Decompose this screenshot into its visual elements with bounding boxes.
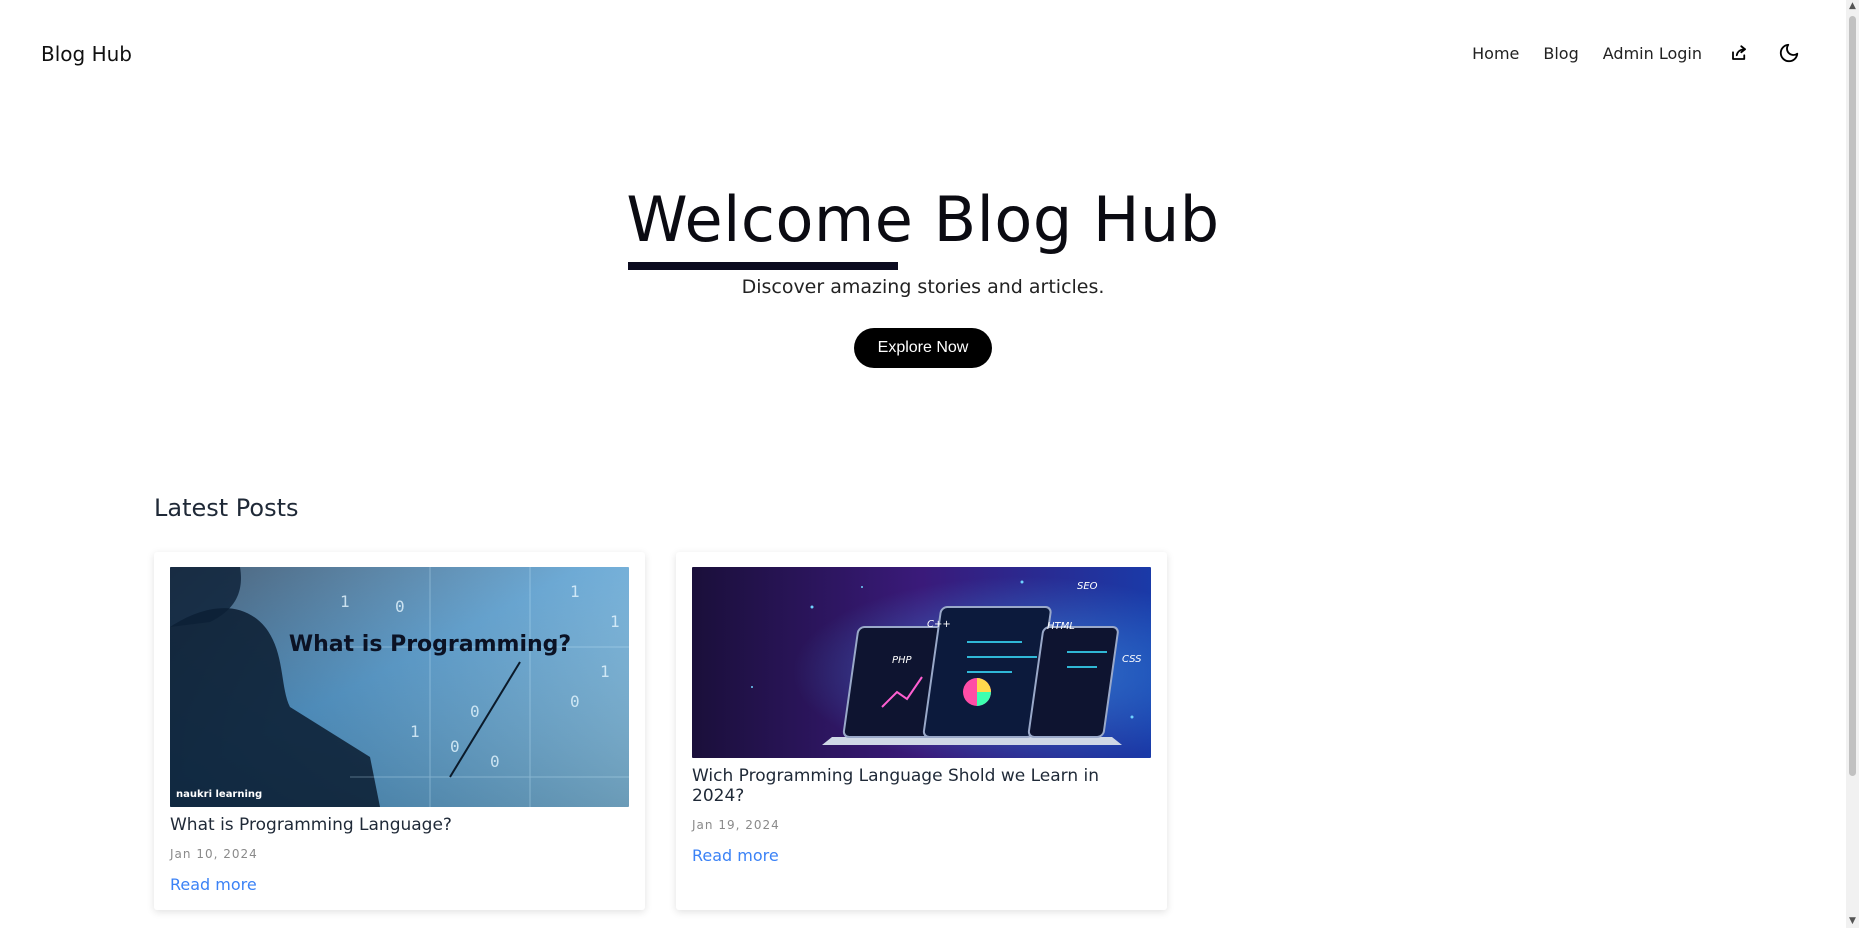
svg-text:0: 0	[395, 597, 405, 616]
posts-grid: 10 11 00 00 11 What is Programming? nauk…	[154, 552, 1167, 910]
nav-blog[interactable]: Blog	[1543, 44, 1578, 63]
site-header: Blog Hub Home Blog Admin Login	[0, 0, 1846, 110]
svg-text:1: 1	[610, 612, 620, 631]
post-thumbnail[interactable]: SEO HTML PHP C++ CSS	[692, 567, 1151, 758]
main-nav: Home Blog Admin Login	[1472, 40, 1802, 66]
read-more-link[interactable]: Read more	[692, 846, 779, 865]
post-card: 10 11 00 00 11 What is Programming? nauk…	[154, 552, 645, 910]
nav-home[interactable]: Home	[1472, 44, 1519, 63]
read-more-link[interactable]: Read more	[170, 875, 257, 894]
thumbnail-label-css: CSS	[1122, 654, 1142, 665]
post-title[interactable]: What is Programming Language?	[170, 815, 629, 835]
hero-section: Welcome Blog Hub Discover amazing storie…	[0, 180, 1846, 368]
hero-title-wrap: Welcome Blog Hub	[626, 180, 1220, 270]
svg-text:0: 0	[450, 737, 460, 756]
scroll-thumb[interactable]	[1849, 16, 1856, 776]
post-title[interactable]: Wich Programming Language Shold we Learn…	[692, 766, 1151, 806]
svg-text:1: 1	[570, 582, 580, 601]
explore-now-button[interactable]: Explore Now	[853, 328, 993, 368]
svg-text:0: 0	[470, 702, 480, 721]
scroll-up-icon[interactable]: ▲	[1848, 2, 1857, 11]
hero-underline	[628, 262, 899, 270]
post-date: Jan 10, 2024	[170, 847, 258, 861]
thumbnail-caption: What is Programming?	[289, 632, 571, 657]
scroll-down-icon[interactable]: ▼	[1848, 917, 1857, 926]
thumbnail-label-php: PHP	[892, 655, 913, 666]
thumbnail-label-html: HTML	[1047, 621, 1075, 632]
brand-logo[interactable]: Blog Hub	[41, 42, 132, 66]
latest-posts-heading: Latest Posts	[154, 494, 299, 522]
hero-subtitle: Discover amazing stories and articles.	[741, 276, 1105, 298]
svg-text:0: 0	[570, 692, 580, 711]
svg-text:1: 1	[340, 592, 350, 611]
post-date: Jan 19, 2024	[692, 818, 780, 832]
post-thumbnail[interactable]: 10 11 00 00 11 What is Programming? nauk…	[170, 567, 629, 807]
moon-icon[interactable]	[1776, 40, 1802, 66]
svg-text:1: 1	[410, 722, 420, 741]
hero-title: Welcome Blog Hub	[626, 183, 1220, 256]
thumbnail-label-seo: SEO	[1077, 581, 1098, 592]
svg-text:1: 1	[600, 662, 610, 681]
nav-admin-login[interactable]: Admin Login	[1603, 44, 1702, 63]
thumbnail-logo-text: naukri learning	[176, 789, 262, 800]
post-card: SEO HTML PHP C++ CSS Wich Programming La…	[676, 552, 1167, 910]
page-scrollbar[interactable]: ▲ ▼	[1846, 0, 1859, 928]
svg-text:0: 0	[490, 752, 500, 771]
thumbnail-label-cpp: C++	[927, 619, 951, 630]
share-icon[interactable]	[1726, 40, 1752, 66]
